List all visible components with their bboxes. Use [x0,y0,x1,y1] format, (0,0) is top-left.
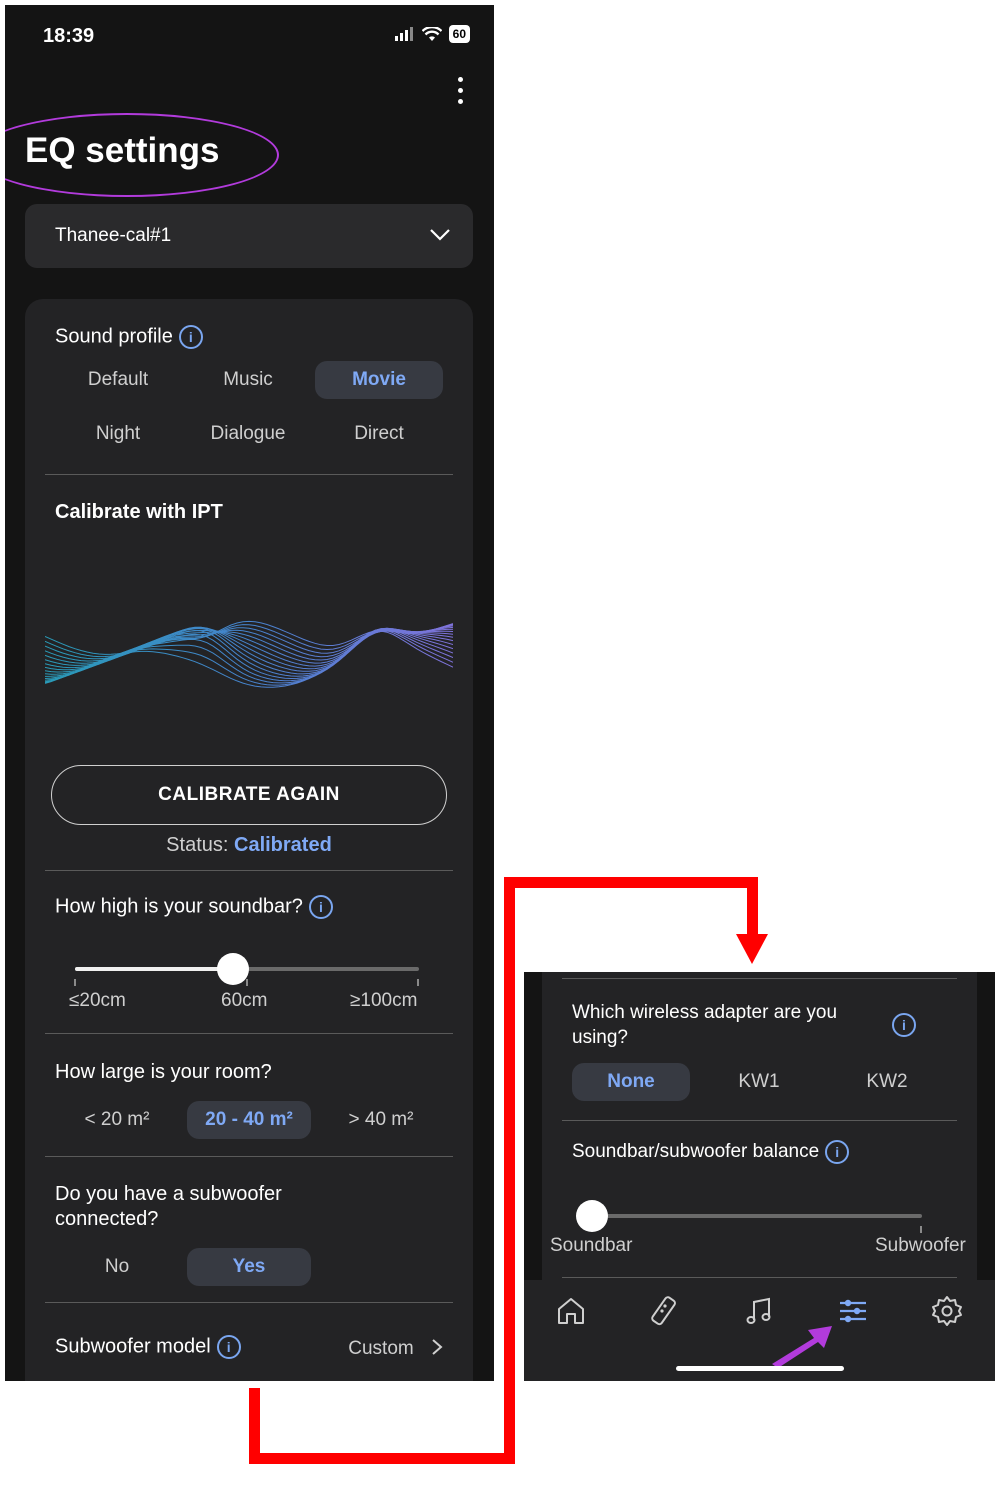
divider [562,978,957,979]
slider-fill [75,967,234,971]
calibration-status: Status: Calibrated [25,834,473,857]
chevron-down-icon [430,229,450,241]
adapter-option-kw2[interactable]: KW2 [828,1063,946,1101]
profile-option-default[interactable]: Default [55,361,181,399]
remote-icon[interactable] [647,1294,681,1328]
adapter-option-kw1[interactable]: KW1 [700,1063,818,1101]
annotation-arrowhead [736,934,768,964]
annotation-line [249,1453,515,1464]
room-option-medium[interactable]: 20 - 40 m² [187,1101,311,1139]
soundbar-height-title: How high is your soundbar? [55,895,303,918]
slider-tick [246,979,248,986]
soundbar-height-slider[interactable] [75,953,419,985]
info-icon[interactable]: i [308,895,333,919]
room-option-large[interactable]: > 40 m² [331,1101,431,1139]
waveform-line [45,620,453,655]
sound-profile-title: Sound profile [55,325,173,348]
balance-heading: Soundbar/subwoofer balance i [572,1140,850,1164]
calibrate-title: Calibrate with IPT [55,501,223,523]
status-icons: 60 [394,25,470,43]
annotation-line [504,877,758,888]
more-options-icon[interactable] [454,77,466,111]
inset-card: Which wireless adapter are you using? i … [542,972,977,1282]
slider-tick [920,1226,922,1233]
bottom-nav [524,1280,995,1381]
subwoofer-model-current: Custom [348,1338,414,1359]
phone-screen: 18:39 60 EQ settings Thanee-cal#1 Sound … [5,5,494,1381]
inset-screen: Which wireless adapter are you using? i … [524,972,995,1381]
info-icon[interactable]: i [892,1013,916,1037]
profile-option-dialogue[interactable]: Dialogue [185,415,311,453]
profile-option-music[interactable]: Music [185,361,311,399]
balance-title: Soundbar/subwoofer balance [572,1141,820,1163]
wireless-adapter-title: Which wireless adapter are you using? [572,1002,838,1048]
subwoofer-model-row[interactable]: Subwoofer model i [55,1335,241,1359]
divider [45,1033,453,1034]
wifi-icon [421,26,442,41]
profile-option-movie[interactable]: Movie [315,361,443,399]
divider [45,1156,453,1157]
status-label: Status: [166,834,229,856]
divider [562,1120,957,1121]
profile-option-night[interactable]: Night [55,415,181,453]
signal-icon [394,27,413,41]
eq-sliders-icon[interactable] [836,1294,870,1328]
profile-option-direct[interactable]: Direct [315,415,443,453]
slider-thumb[interactable] [217,953,250,985]
balance-label-left: Soundbar [550,1235,633,1256]
home-icon[interactable] [554,1294,588,1328]
info-icon[interactable]: i [216,1335,241,1359]
slider-tick [74,979,76,986]
annotation-line [747,877,758,937]
slider-thumb[interactable] [576,1200,608,1232]
annotation-line [504,877,515,1464]
info-icon[interactable]: i [178,325,203,349]
balance-slider[interactable] [576,1200,922,1232]
adapter-option-none[interactable]: None [572,1063,690,1101]
info-icon[interactable]: i [825,1140,850,1164]
status-value: Calibrated [234,834,332,856]
slider-tick [417,979,419,986]
device-name: Thanee-cal#1 [55,225,172,246]
subwoofer-model-value[interactable]: Custom [348,1338,443,1360]
home-indicator [676,1366,844,1371]
subwoofer-question: Do you have a subwoofer connected? [55,1183,282,1230]
divider [45,870,453,871]
soundbar-height-heading: How high is your soundbar? i [55,895,333,919]
height-tick-min: ≤20cm [69,990,126,1011]
room-option-small[interactable]: < 20 m² [67,1101,167,1139]
height-tick-mid: 60cm [221,990,268,1011]
divider [562,1277,957,1278]
calibrate-again-button[interactable]: CALIBRATE AGAIN [51,765,447,825]
sound-profile-heading: Sound profile i [55,325,203,349]
battery-indicator: 60 [448,25,470,43]
device-dropdown[interactable]: Thanee-cal#1 [25,204,473,268]
balance-label-right: Subwoofer [875,1235,966,1256]
subwoofer-option-yes[interactable]: Yes [187,1248,311,1286]
subwoofer-model-title: Subwoofer model [55,1335,211,1358]
divider [45,1302,453,1303]
status-time: 18:39 [43,25,95,47]
settings-card: Sound profile i Default Music Movie Night… [25,299,473,1381]
annotation-arrow-purple [772,1326,832,1368]
room-size-title: How large is your room? [55,1061,272,1083]
height-tick-max: ≥100cm [350,990,418,1011]
calibration-waveform [45,620,453,688]
chevron-right-icon [432,1339,443,1355]
annotation-ellipse [5,113,279,197]
settings-icon[interactable] [930,1294,964,1328]
divider [45,474,453,475]
subwoofer-option-no[interactable]: No [67,1248,167,1286]
